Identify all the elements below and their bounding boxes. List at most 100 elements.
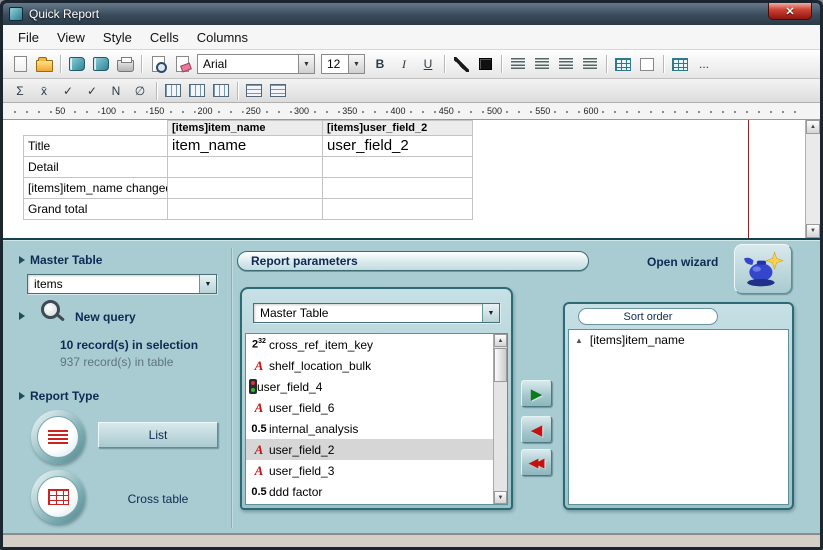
new-query-icon[interactable] <box>41 300 65 324</box>
row-label[interactable]: Grand total <box>23 199 168 220</box>
borders-button[interactable] <box>611 53 635 75</box>
print-button[interactable] <box>113 53 137 75</box>
grid-cell[interactable] <box>323 157 473 178</box>
column-header[interactable]: [items]user_field_2 <box>323 120 473 136</box>
cell-format-button[interactable] <box>668 53 692 75</box>
average-button[interactable]: x̄ <box>32 80 56 102</box>
field-row[interactable]: 232cross_ref_item_key <box>246 334 493 355</box>
remove-all-fields-button[interactable]: ◀◀ <box>521 449 552 476</box>
grid-icon <box>615 58 631 71</box>
sort-item[interactable]: ▲[items]item_name <box>569 330 788 350</box>
pen-color-button[interactable] <box>449 53 473 75</box>
align-right-button[interactable] <box>554 53 578 75</box>
underline-button-label: U <box>424 57 433 71</box>
close-button[interactable]: ✕ <box>768 3 812 20</box>
titlebar[interactable]: Quick Report ✕ <box>3 3 820 25</box>
min-button-label: ✓ <box>63 84 73 98</box>
grid-cell[interactable] <box>323 199 473 220</box>
sum-button[interactable]: Σ <box>8 80 32 102</box>
grid-cell[interactable] <box>168 178 323 199</box>
row-label[interactable]: Detail <box>23 157 168 178</box>
open-wizard-button[interactable] <box>734 244 792 294</box>
labels-alt-button[interactable] <box>89 53 113 75</box>
open-document-button[interactable] <box>32 53 56 75</box>
italic-button[interactable]: I <box>392 53 416 75</box>
open-wizard-label[interactable]: Open wizard <box>647 255 718 269</box>
arrow-left-icon: ◀ <box>531 421 543 439</box>
align-justify-button[interactable] <box>578 53 602 75</box>
font-combo[interactable]: Arial▼ <box>197 54 315 74</box>
field-row[interactable]: Auser_field_2 <box>246 439 493 460</box>
scroll-down-icon[interactable]: ▼ <box>806 224 820 238</box>
field-row[interactable]: 0.5ddd factor <box>246 481 493 502</box>
cross-table-label[interactable]: Cross table <box>98 492 218 506</box>
border-preview-box[interactable] <box>635 53 659 75</box>
add-column-button[interactable] <box>185 80 209 102</box>
grid-vertical-scrollbar[interactable]: ▲ ▼ <box>805 120 820 238</box>
min-button[interactable]: ✓ <box>56 80 80 102</box>
grid-cell[interactable] <box>168 199 323 220</box>
menu-cells[interactable]: Cells <box>141 27 188 48</box>
field-row[interactable]: Auser_field_6 <box>246 397 493 418</box>
fill-color-button[interactable] <box>473 53 497 75</box>
dropdown-arrow-icon[interactable]: ▼ <box>199 275 216 293</box>
erase-button[interactable] <box>170 53 194 75</box>
scroll-thumb[interactable] <box>494 348 507 382</box>
menu-file[interactable]: File <box>9 27 48 48</box>
selection-count: 10 record(s) in selection <box>60 338 198 352</box>
dropdown-arrow-icon[interactable]: ▼ <box>482 304 499 322</box>
delete-column-button[interactable] <box>209 80 233 102</box>
wizard-lamp-icon <box>742 250 784 288</box>
grid-cell[interactable] <box>323 178 473 199</box>
column-header[interactable]: [items]item_name <box>168 120 323 136</box>
align-left-button[interactable] <box>506 53 530 75</box>
menu-columns[interactable]: Columns <box>188 27 257 48</box>
insert-row-button[interactable] <box>242 80 266 102</box>
weighted-average-button[interactable]: ∅ <box>128 80 152 102</box>
cross-table-report-button[interactable] <box>31 470 85 524</box>
count-button[interactable]: N <box>104 80 128 102</box>
field-name: cross_ref_item_key <box>269 338 373 352</box>
max-button[interactable]: ✓ <box>80 80 104 102</box>
grid-cell[interactable]: item_name <box>168 136 323 157</box>
more-formats-button[interactable]: ... <box>692 53 716 75</box>
labels-button[interactable] <box>65 53 89 75</box>
scroll-up-icon[interactable]: ▲ <box>806 120 820 134</box>
align-center-button[interactable] <box>530 53 554 75</box>
add-field-button[interactable]: ▶ <box>521 380 552 407</box>
font-size-combo[interactable]: 12▼ <box>321 54 365 74</box>
sort-order-tab: Sort order <box>578 308 718 325</box>
menu-style[interactable]: Style <box>94 27 141 48</box>
toolbar-main: Arial▼ 12▼BIU... <box>3 50 820 79</box>
master-table-value: items <box>28 275 199 293</box>
fields-table-select[interactable]: Master Table ▼ <box>253 303 500 323</box>
new-document-button[interactable] <box>8 53 32 75</box>
scroll-down-icon[interactable]: ▼ <box>494 491 507 504</box>
print-preview-button[interactable] <box>146 53 170 75</box>
page-icon <box>14 56 27 72</box>
dropdown-arrow-icon[interactable]: ▼ <box>298 55 314 73</box>
list-report-button[interactable] <box>31 410 85 464</box>
remove-field-button[interactable]: ◀ <box>521 416 552 443</box>
bullet-arrow-icon <box>19 256 25 264</box>
dropdown-arrow-icon[interactable]: ▼ <box>348 55 364 73</box>
row-label[interactable]: Title <box>23 136 168 157</box>
bold-button[interactable]: B <box>368 53 392 75</box>
field-row[interactable]: user_field_4 <box>246 376 493 397</box>
max-button-label: ✓ <box>87 84 97 98</box>
menu-view[interactable]: View <box>48 27 94 48</box>
list-type-button[interactable]: List <box>98 422 218 448</box>
delete-row-button[interactable] <box>266 80 290 102</box>
row-label[interactable]: [items]item_name changed <box>23 178 168 199</box>
scroll-up-icon[interactable]: ▲ <box>494 334 507 347</box>
master-table-select[interactable]: items ▼ <box>27 274 217 294</box>
field-row[interactable]: Auser_field_3 <box>246 460 493 481</box>
grid-cell[interactable] <box>168 157 323 178</box>
fields-scrollbar[interactable]: ▲ ▼ <box>493 334 507 504</box>
new-query-button[interactable]: New query <box>75 310 136 324</box>
insert-column-button[interactable] <box>161 80 185 102</box>
field-row[interactable]: Ashelf_location_bulk <box>246 355 493 376</box>
field-row[interactable]: 0.5internal_analysis <box>246 418 493 439</box>
grid-cell[interactable]: user_field_2 <box>323 136 473 157</box>
underline-button[interactable]: U <box>416 53 440 75</box>
